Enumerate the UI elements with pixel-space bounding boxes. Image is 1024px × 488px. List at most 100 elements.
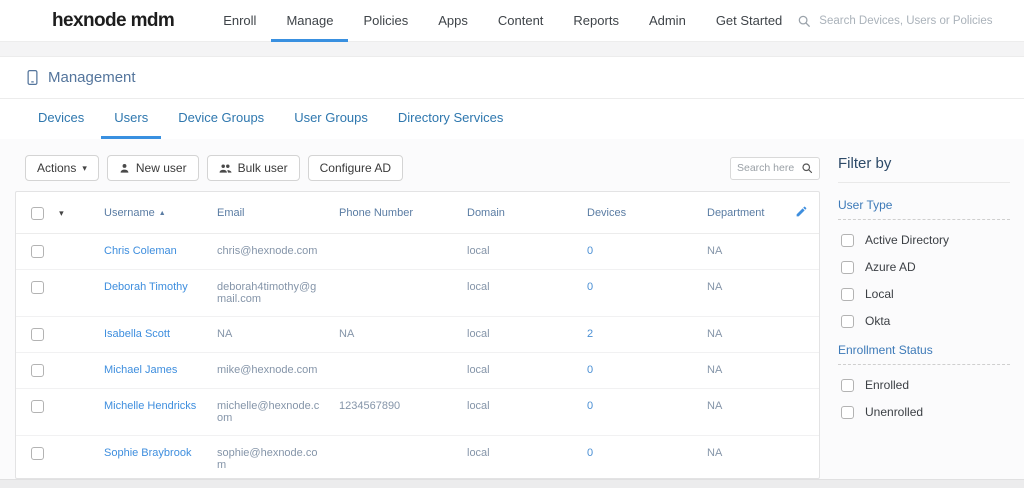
filter-option-active-directory[interactable]: Active Directory [838,233,1010,247]
row-checkbox[interactable] [31,328,44,341]
devices-count[interactable]: 0 [579,353,699,389]
new-user-button[interactable]: New user [107,155,199,181]
tab-device-groups[interactable]: Device Groups [165,99,277,139]
email-cell: NA [209,317,331,353]
select-menu-caret-icon[interactable]: ▾ [59,208,64,218]
actions-button[interactable]: Actions ▾ [25,155,99,181]
filter-sidebar: Filter by User Type Active Directory Azu… [838,155,1024,479]
filter-group-user-type: User Type [838,198,1010,220]
tab-user-groups[interactable]: User Groups [281,99,381,139]
nav-get-started[interactable]: Get Started [701,0,797,42]
devices-count[interactable]: 0 [579,270,699,317]
person-icon [119,163,130,174]
department-cell: NA [699,353,787,389]
filter-option-azure-ad[interactable]: Azure AD [838,260,1010,274]
nav-content[interactable]: Content [483,0,559,42]
filter-option-enrolled[interactable]: Enrolled [838,378,1010,392]
search-icon[interactable] [801,162,813,174]
select-all-checkbox[interactable] [31,207,44,220]
gray-separator-strip [0,42,1024,57]
tab-directory-services[interactable]: Directory Services [385,99,516,139]
users-main-column: Actions ▾ New user Bulk user Configure A… [15,155,820,479]
global-search [797,14,1024,28]
actions-button-label: Actions [37,161,76,175]
nav-policies[interactable]: Policies [348,0,423,42]
users-toolbar: Actions ▾ New user Bulk user Configure A… [15,155,820,181]
username-link[interactable]: Chris Coleman [96,234,209,270]
users-table: ▾ Username▲ Email Phone Number Domain De… [16,192,819,479]
nav-manage[interactable]: Manage [271,0,348,42]
nav-enroll[interactable]: Enroll [208,0,271,42]
tab-users[interactable]: Users [101,99,161,139]
column-header-devices[interactable]: Devices [579,192,699,234]
content-area: Actions ▾ New user Bulk user Configure A… [0,139,1024,479]
topbar-right: 7 ? [797,7,1024,34]
edit-columns-button[interactable] [787,192,819,234]
filter-option-label: Unenrolled [865,405,923,419]
filter-group-enrollment-status: Enrollment Status [838,343,1010,365]
bulk-user-button[interactable]: Bulk user [207,155,300,181]
row-checkbox[interactable] [31,364,44,377]
username-link[interactable]: Isabella Scott [96,317,209,353]
table-row: Michael James mike@hexnode.com local 0 N… [16,353,819,389]
filter-checkbox[interactable] [841,261,854,274]
row-checkbox[interactable] [31,447,44,460]
main-nav: Enroll Manage Policies Apps Content Repo… [208,0,797,42]
phone-cell [331,353,459,389]
row-checkbox[interactable] [31,281,44,294]
domain-cell: local [459,353,579,389]
column-header-domain[interactable]: Domain [459,192,579,234]
nav-apps[interactable]: Apps [423,0,483,42]
filter-option-label: Okta [865,314,890,328]
devices-count[interactable]: 2 [579,317,699,353]
bottom-gray-strip [0,479,1024,488]
email-cell: michelle@hexnode.com [209,389,331,436]
column-header-username[interactable]: Username▲ [96,192,209,234]
username-link[interactable]: Michael James [96,353,209,389]
phone-cell [331,234,459,270]
management-header-band: Management [0,57,1024,99]
email-cell: mike@hexnode.com [209,353,331,389]
column-header-department[interactable]: Department [699,192,787,234]
devices-count[interactable]: 0 [579,234,699,270]
bulk-user-button-label: Bulk user [238,161,288,175]
row-checkbox[interactable] [31,400,44,413]
configure-ad-button[interactable]: Configure AD [308,155,403,181]
column-header-phone[interactable]: Phone Number [331,192,459,234]
hexnode-logo[interactable]: hexnode mdm [52,10,174,32]
username-link[interactable]: Sophie Braybrook [96,436,209,480]
devices-count[interactable]: 0 [579,436,699,480]
sort-ascending-icon: ▲ [159,210,166,217]
filter-checkbox[interactable] [841,234,854,247]
column-header-email[interactable]: Email [209,192,331,234]
filter-option-okta[interactable]: Okta [838,314,1010,328]
global-search-input[interactable] [819,15,1009,27]
phone-cell: NA [331,317,459,353]
filter-checkbox[interactable] [841,315,854,328]
username-link[interactable]: Deborah Timothy [96,270,209,317]
domain-cell: local [459,389,579,436]
nav-admin[interactable]: Admin [634,0,701,42]
phone-cell [331,436,459,480]
filter-checkbox[interactable] [841,288,854,301]
filter-option-unenrolled[interactable]: Unenrolled [838,405,1010,419]
filter-option-local[interactable]: Local [838,287,1010,301]
configure-ad-button-label: Configure AD [320,161,391,175]
username-link[interactable]: Michelle Hendricks [96,389,209,436]
domain-cell: local [459,436,579,480]
caret-down-icon: ▾ [82,163,87,174]
tab-devices[interactable]: Devices [25,99,97,139]
search-icon [797,14,811,28]
devices-count[interactable]: 0 [579,389,699,436]
table-row: Isabella Scott NA NA local 2 NA [16,317,819,353]
nav-reports[interactable]: Reports [558,0,634,42]
row-checkbox[interactable] [31,245,44,258]
table-search-input[interactable] [737,162,799,174]
filter-checkbox[interactable] [841,406,854,419]
filter-by-title: Filter by [838,155,1010,183]
filter-option-label: Active Directory [865,233,949,247]
filter-option-label: Azure AD [865,260,916,274]
filter-checkbox[interactable] [841,379,854,392]
pencil-icon [795,209,808,221]
department-cell: NA [699,436,787,480]
